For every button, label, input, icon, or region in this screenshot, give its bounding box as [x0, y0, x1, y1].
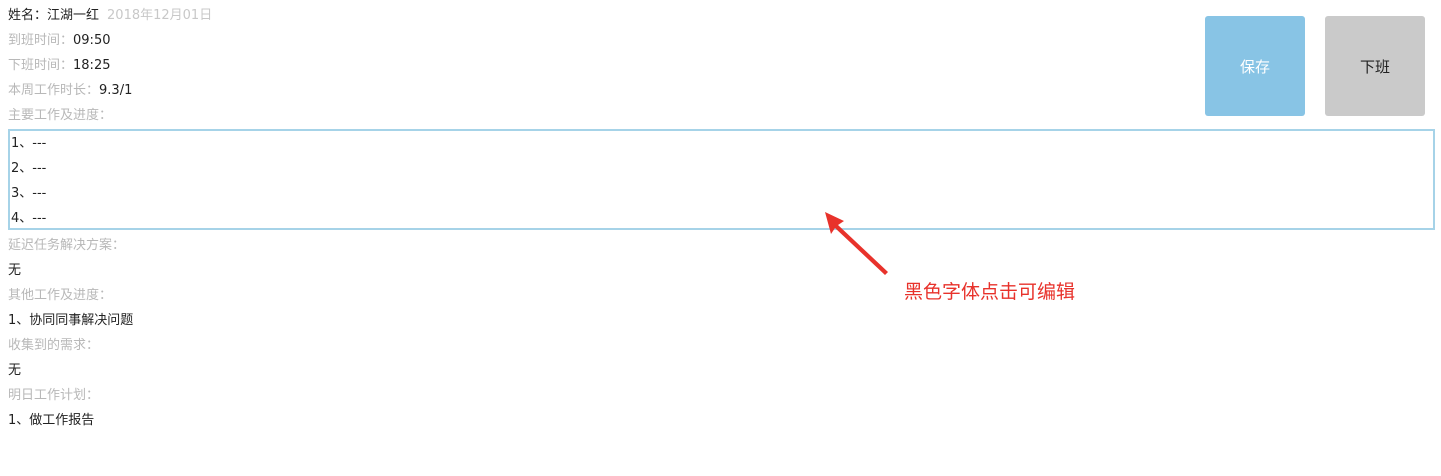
delay-plan-label: 延迟任务解决方案：: [8, 238, 126, 253]
report-date: 2018年12月01日: [107, 8, 213, 23]
save-button[interactable]: 保存: [1205, 16, 1305, 116]
main-work-line[interactable]: 3、---: [11, 184, 46, 204]
off-duty-button[interactable]: 下班: [1325, 16, 1425, 116]
main-work-editor[interactable]: 1、--- 2、--- 3、--- 4、---: [8, 129, 1435, 230]
tomorrow-plan-value[interactable]: 1、做工作报告: [8, 411, 94, 431]
week-hours-row: 本周工作时长：9.3/1: [8, 81, 132, 101]
arrive-time-row: 到班时间：09:50: [8, 31, 110, 51]
name-value[interactable]: 江湖一红: [47, 8, 99, 23]
arrive-time-value[interactable]: 09:50: [73, 33, 110, 48]
main-work-line[interactable]: 1、---: [11, 134, 46, 154]
tomorrow-plan-label: 明日工作计划：: [8, 388, 100, 403]
other-work-value[interactable]: 1、协同同事解决问题: [8, 311, 133, 331]
annotation-arrow-icon: [825, 212, 888, 275]
requirements-value[interactable]: 无: [8, 361, 21, 381]
main-work-line[interactable]: 2、---: [11, 159, 46, 179]
leave-time-label: 下班时间：: [8, 58, 74, 73]
delay-plan-value[interactable]: 无: [8, 261, 21, 281]
annotation-text: 黑色字体点击可编辑: [904, 281, 1076, 303]
name-label: 姓名：: [8, 8, 48, 23]
main-work-line[interactable]: 4、---: [11, 209, 46, 229]
requirements-label: 收集到的需求：: [8, 338, 100, 353]
leave-time-row: 下班时间：18:25: [8, 56, 110, 76]
main-work-label: 主要工作及进度：: [8, 108, 113, 123]
name-row: 姓名：江湖一红 2018年12月01日: [8, 6, 212, 26]
leave-time-value[interactable]: 18:25: [73, 58, 110, 73]
other-work-label: 其他工作及进度：: [8, 288, 113, 303]
week-hours-value[interactable]: 9.3/1: [99, 83, 132, 98]
arrive-time-label: 到班时间：: [8, 33, 74, 48]
week-hours-label: 本周工作时长：: [8, 83, 100, 98]
